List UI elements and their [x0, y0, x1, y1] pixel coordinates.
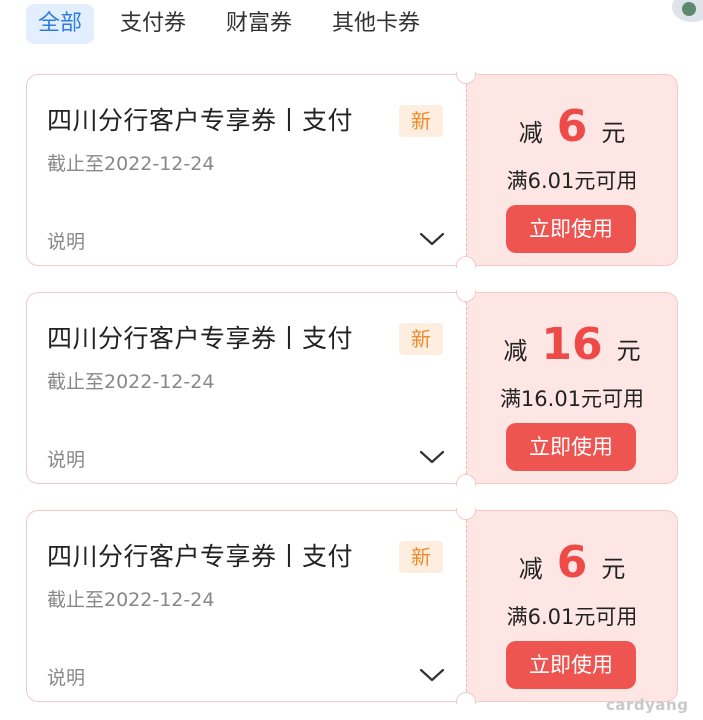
discount-amount: 6 — [556, 101, 588, 152]
coupon-info: 四川分行客户专享券丨支付 新 截止至2022-12-24 说明 — [26, 74, 466, 266]
use-now-button[interactable]: 立即使用 — [506, 205, 636, 253]
currency-unit: 元 — [616, 337, 641, 365]
coupon-value-panel: 减 16 元 满16.01元可用 立即使用 — [466, 292, 678, 484]
perforation-divider — [466, 302, 467, 474]
coupon-title: 四川分行客户专享券丨支付 — [47, 106, 354, 135]
coupon-title: 四川分行客户专享券丨支付 — [47, 324, 354, 353]
perforation-divider — [466, 520, 467, 692]
discount-amount: 16 — [541, 319, 603, 370]
discount-prefix: 减 — [518, 555, 543, 583]
chevron-down-icon[interactable] — [419, 667, 445, 683]
coupon-card: 四川分行客户专享券丨支付 新 截止至2022-12-24 说明 减6元 满6.0… — [26, 508, 678, 704]
coupon-value-panel: 减6元 满6.01元可用 立即使用 — [466, 510, 678, 702]
coupon-card: 四川分行客户专享券丨支付 新 截止至2022-12-24 说明 减 16 元 满16… — [26, 290, 678, 486]
coupon-value-panel: 减6元 满6.01元可用 立即使用 — [466, 74, 678, 266]
coupon-card: 四川分行客户专享券丨支付 新 截止至2022-12-24 说明 减6元 满6.0… — [26, 72, 678, 268]
tab-wealth-coupons[interactable]: 财富券 — [226, 4, 292, 44]
usage-condition: 满6.01元可用 — [506, 605, 638, 629]
coupon-expiry: 截止至2022-12-24 — [47, 153, 215, 175]
description-toggle[interactable]: 说明 — [47, 227, 85, 254]
tab-other-cards[interactable]: 其他卡券 — [332, 4, 420, 44]
coupon-expiry: 截止至2022-12-24 — [47, 589, 215, 611]
new-badge: 新 — [399, 105, 443, 137]
coupon-expiry: 截止至2022-12-24 — [47, 371, 215, 393]
currency-unit: 元 — [601, 555, 626, 583]
use-now-button[interactable]: 立即使用 — [506, 423, 636, 471]
perforation-divider — [466, 84, 467, 256]
tab-bar: 全部 支付券 财富券 其他卡券 — [0, 0, 703, 50]
use-now-button[interactable]: 立即使用 — [506, 641, 636, 689]
currency-unit: 元 — [601, 119, 626, 147]
chevron-down-icon[interactable] — [419, 449, 445, 465]
discount-prefix: 减 — [518, 119, 543, 147]
new-badge: 新 — [399, 323, 443, 355]
coupon-amount: 减6元 — [466, 537, 678, 588]
discount-amount: 6 — [556, 537, 588, 588]
avatar[interactable] — [672, 0, 703, 22]
tab-all[interactable]: 全部 — [26, 4, 95, 44]
coupon-info: 四川分行客户专享券丨支付 新 截止至2022-12-24 说明 — [26, 292, 466, 484]
coupon-info: 四川分行客户专享券丨支付 新 截止至2022-12-24 说明 — [26, 510, 466, 702]
discount-prefix: 减 — [503, 337, 528, 365]
usage-condition: 满6.01元可用 — [506, 169, 638, 193]
chevron-down-icon[interactable] — [419, 231, 445, 247]
coupon-amount: 减 16 元 — [466, 319, 678, 370]
tab-payment-coupons[interactable]: 支付券 — [120, 4, 186, 44]
description-toggle[interactable]: 说明 — [47, 663, 85, 690]
new-badge: 新 — [399, 541, 443, 573]
coupon-title: 四川分行客户专享券丨支付 — [47, 542, 354, 571]
usage-condition: 满16.01元可用 — [499, 387, 645, 411]
description-toggle[interactable]: 说明 — [47, 445, 85, 472]
coupon-amount: 减6元 — [466, 101, 678, 152]
watermark: cardyang — [606, 696, 689, 714]
